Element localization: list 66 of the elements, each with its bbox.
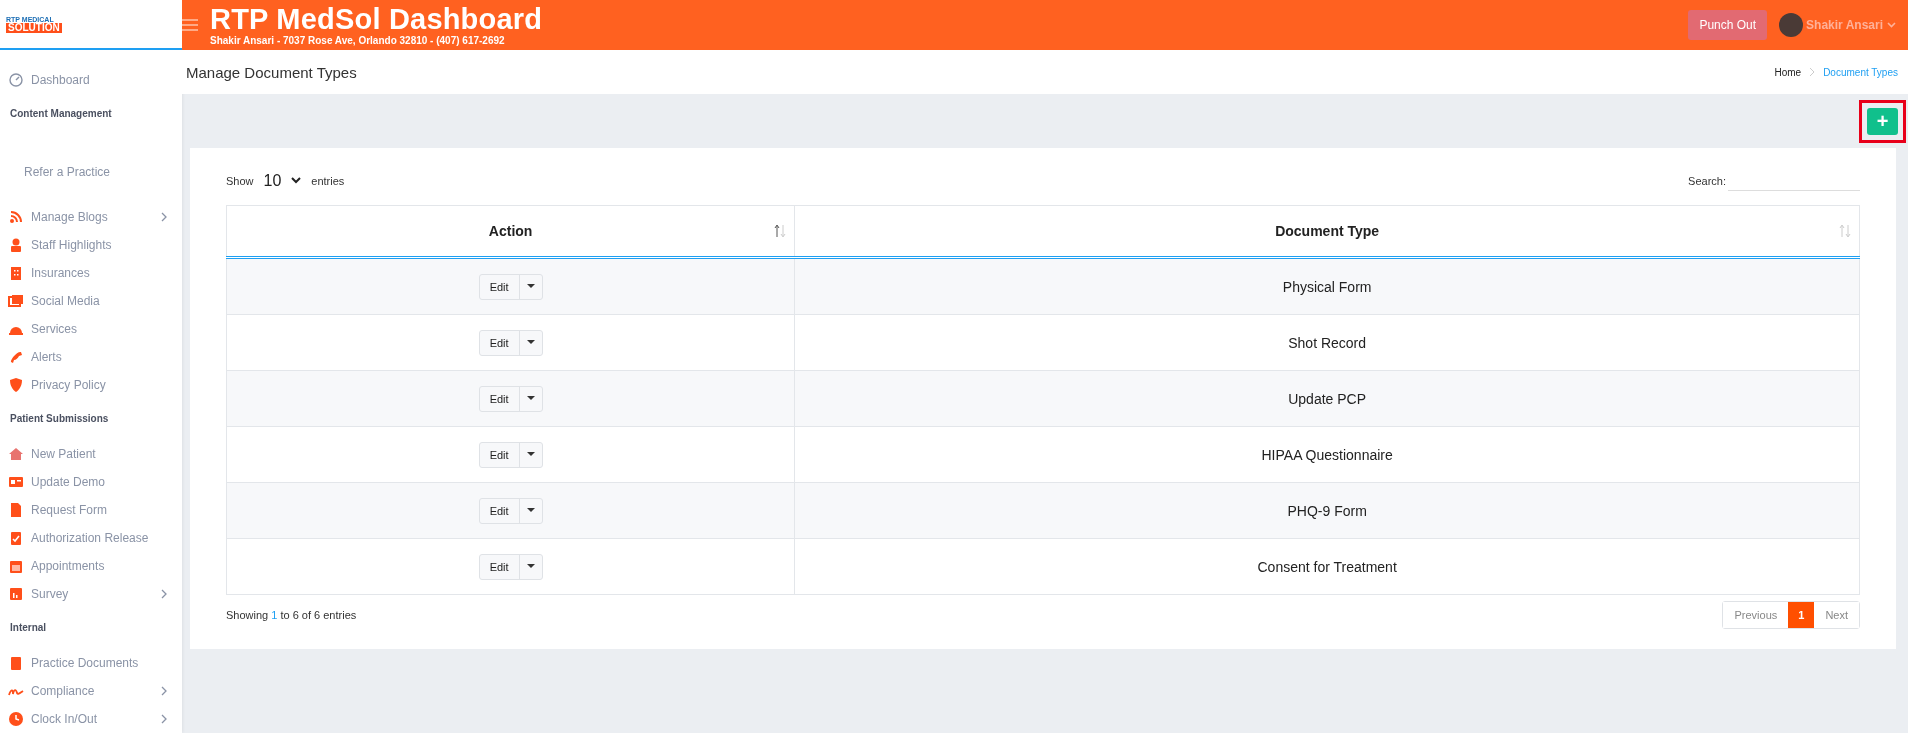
chart-icon bbox=[8, 586, 24, 602]
user-menu[interactable]: Shakir Ansari bbox=[1806, 18, 1896, 32]
caret-icon bbox=[526, 340, 535, 345]
caret-icon bbox=[526, 284, 535, 289]
caret-icon bbox=[526, 508, 535, 513]
app-title: RTP MedSol Dashboard bbox=[210, 4, 544, 34]
sidebar-item[interactable]: Alerts bbox=[31, 350, 168, 364]
address-subtitle: Shakir Ansari - 7037 Rose Ave, Orlando 32810 - (407) 617-2692 bbox=[210, 35, 506, 46]
chevron-down-icon bbox=[1887, 22, 1896, 28]
page-size-select[interactable]: 10 bbox=[259, 171, 306, 190]
pagination-button[interactable]: 1 bbox=[1788, 602, 1815, 628]
sidebar-item[interactable]: Update Demo bbox=[31, 475, 168, 489]
chevron-down-icon bbox=[291, 177, 302, 184]
chevron-icon bbox=[1809, 67, 1816, 77]
caret-icon bbox=[526, 452, 535, 457]
phone-icon bbox=[8, 349, 24, 365]
sidebar-item[interactable]: Clock In/Out bbox=[31, 712, 153, 726]
table-cell: Physical Form bbox=[794, 257, 1860, 315]
sidebar-heading: Content Management bbox=[9, 107, 113, 121]
page-title: Manage Document Types bbox=[186, 63, 357, 81]
prescription-icon bbox=[8, 502, 24, 518]
shield-icon bbox=[8, 377, 24, 393]
sidebar-item[interactable]: Manage Blogs bbox=[31, 210, 153, 224]
sidebar-item[interactable]: Survey bbox=[31, 587, 153, 601]
caret-icon bbox=[526, 564, 535, 569]
rss-icon bbox=[8, 209, 24, 225]
clock-icon bbox=[8, 711, 24, 727]
sidebar-item[interactable]: Compliance bbox=[31, 684, 153, 698]
calendar-icon bbox=[8, 558, 24, 574]
sidebar-item[interactable]: Request Form bbox=[31, 503, 168, 517]
sidebar-heading: Patient Submissions bbox=[9, 412, 110, 426]
sidebar-item[interactable]: Practice Documents bbox=[31, 656, 168, 670]
sidebar-item[interactable]: Appointments bbox=[31, 559, 168, 573]
clipboard-icon bbox=[8, 655, 24, 671]
breadcrumb-link[interactable]: Home bbox=[1774, 66, 1802, 78]
table-cell: Update PCP bbox=[794, 370, 1860, 427]
sidebar-item[interactable]: Refer a Practice bbox=[0, 135, 182, 203]
house-icon bbox=[8, 446, 24, 462]
search-label: Search: bbox=[1688, 174, 1726, 187]
sidebar-heading: Internal bbox=[9, 621, 48, 635]
sidebar-item[interactable]: Social Media bbox=[31, 294, 168, 308]
person-icon bbox=[8, 237, 24, 253]
sidebar-item[interactable]: Services bbox=[31, 322, 168, 336]
sidebar-item[interactable]: New Patient bbox=[31, 447, 168, 461]
entries-label: entries bbox=[311, 174, 345, 187]
entries-info: Showing 1 to 6 of 6 entries bbox=[226, 609, 357, 621]
sidebar-item[interactable]: Staff Highlights bbox=[31, 238, 168, 252]
caret-icon bbox=[526, 396, 535, 401]
photos-icon bbox=[8, 293, 24, 309]
sidebar-item[interactable]: Authorization Release bbox=[31, 531, 168, 545]
id-card-icon bbox=[8, 474, 24, 490]
sort-icon bbox=[1839, 224, 1851, 238]
avatar[interactable] bbox=[1779, 13, 1804, 37]
sidebar-item[interactable]: Privacy Policy bbox=[31, 378, 168, 392]
sort-icon bbox=[774, 224, 787, 238]
clipboard-check-icon bbox=[8, 530, 24, 546]
sidebar-item[interactable]: Dashboard bbox=[31, 73, 168, 87]
show-label: Show bbox=[226, 174, 254, 187]
building-icon bbox=[8, 265, 24, 281]
add-button[interactable]: + bbox=[1867, 107, 1898, 135]
breadcrumb-link[interactable]: Document Types bbox=[1823, 66, 1898, 78]
punch-out-button[interactable]: Punch Out bbox=[1688, 10, 1768, 40]
sidebar-item[interactable]: Insurances bbox=[31, 266, 168, 280]
table-cell: PHQ-9 Form bbox=[794, 482, 1860, 539]
table-cell: Consent for Treatment bbox=[794, 538, 1860, 595]
gauge-icon bbox=[8, 72, 24, 88]
